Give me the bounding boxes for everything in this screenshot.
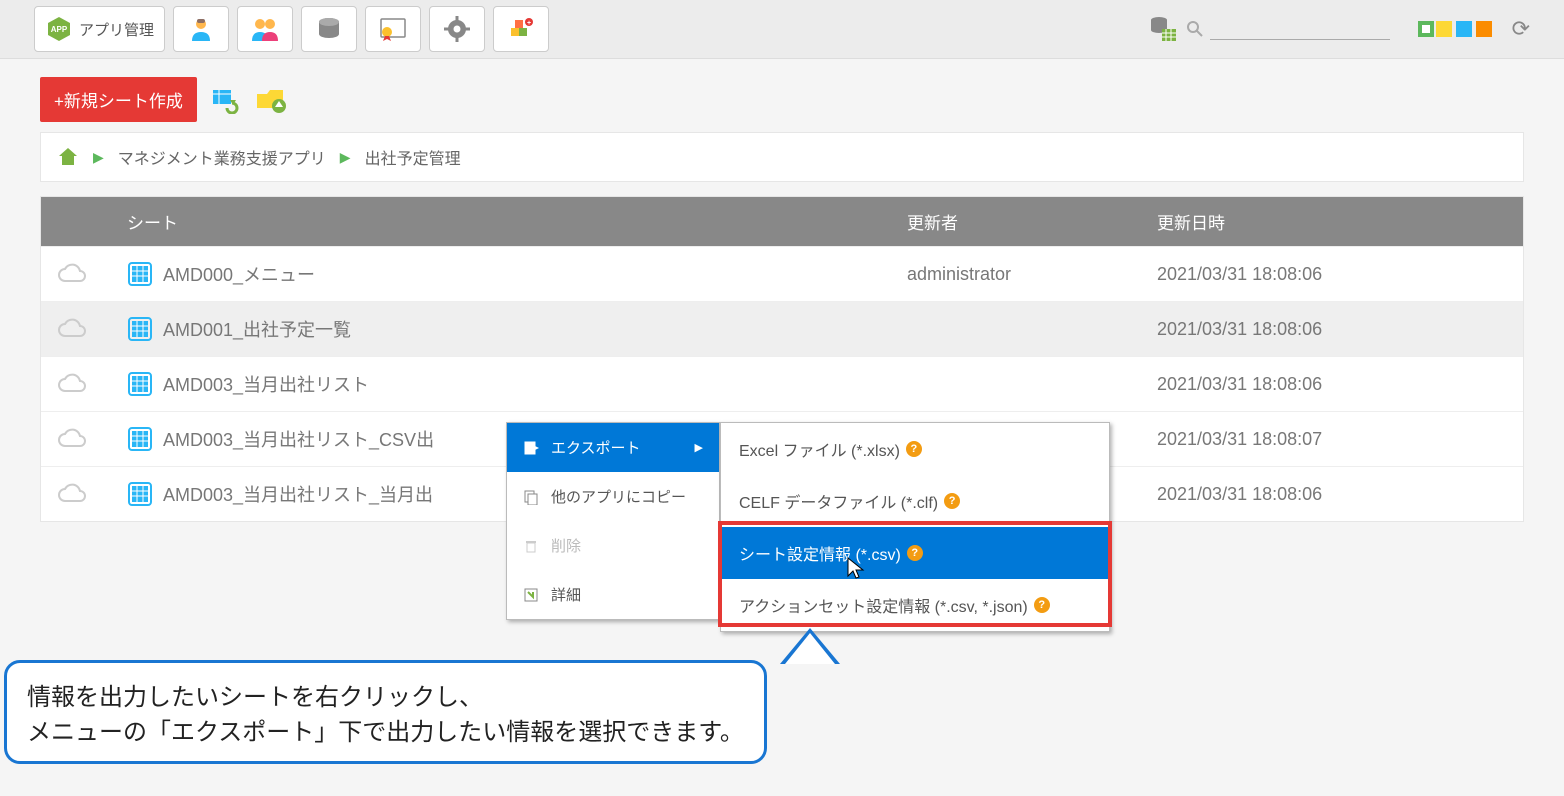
app-icon: APP xyxy=(45,15,73,43)
settings-button[interactable] xyxy=(429,6,485,52)
row-updated-at: 2021/03/31 18:08:06 xyxy=(1157,484,1507,505)
callout-line2: メニューの「エクスポート」下で出力したい情報を選択できます。 xyxy=(27,712,744,747)
table-row[interactable]: AMD001_出社予定一覧 2021/03/31 18:08:06 xyxy=(41,301,1523,356)
search-wrap xyxy=(1186,19,1390,40)
table-row[interactable]: AMD000_メニュー administrator2021/03/31 18:08… xyxy=(41,246,1523,301)
user-button[interactable] xyxy=(173,6,229,52)
color-yellow[interactable] xyxy=(1436,21,1452,37)
row-updated-at: 2021/03/31 18:08:06 xyxy=(1157,374,1507,395)
row-updater: administrator xyxy=(907,264,1157,285)
color-blue[interactable] xyxy=(1456,21,1472,37)
row-updated-at: 2021/03/31 18:08:06 xyxy=(1157,319,1507,340)
table-header: シート 更新者 更新日時 xyxy=(41,197,1523,246)
sheet-icon xyxy=(127,371,153,397)
folder-upload-icon[interactable] xyxy=(255,86,287,114)
certificate-button[interactable] xyxy=(365,6,421,52)
callout-line1: 情報を出力したいシートを右クリックし、 xyxy=(27,677,744,712)
help-icon[interactable]: ? xyxy=(906,441,922,457)
submenu-sheet-csv-label: シート設定情報 (*.csv) xyxy=(739,541,901,565)
instruction-callout: 情報を出力したいシートを右クリックし、 メニューの「エクスポート」下で出力したい… xyxy=(4,660,767,764)
cloud-icon xyxy=(57,483,87,505)
copy-icon xyxy=(523,489,539,505)
gear-icon xyxy=(444,16,470,42)
top-toolbar: APP アプリ管理 + ⟳ xyxy=(0,0,1564,59)
row-name: AMD000_メニュー xyxy=(163,261,315,287)
users-button[interactable] xyxy=(237,6,293,52)
action-row: +新規シート作成 xyxy=(0,59,1564,132)
cloud-icon xyxy=(57,373,87,395)
search-input[interactable] xyxy=(1210,19,1390,40)
refresh-icon[interactable]: ⟳ xyxy=(1512,16,1530,42)
menu-copy-label: 他のアプリにコピー xyxy=(551,486,686,507)
cloud-icon xyxy=(57,263,87,285)
breadcrumb-level2[interactable]: 出社予定管理 xyxy=(365,145,461,169)
submenu-celf[interactable]: CELF データファイル (*.clf) ? xyxy=(721,475,1109,527)
new-sheet-button[interactable]: +新規シート作成 xyxy=(40,77,197,122)
callout-tail xyxy=(780,628,840,664)
db-grid-icon[interactable] xyxy=(1148,15,1178,43)
breadcrumb: ▶ マネジメント業務支援アプリ ▶ 出社予定管理 xyxy=(40,132,1524,182)
cloud-icon xyxy=(57,318,87,340)
menu-export-label: エクスポート xyxy=(551,437,641,458)
search-icon[interactable] xyxy=(1186,20,1204,38)
people-icon xyxy=(250,15,280,43)
sheet-icon xyxy=(127,426,153,452)
table-row[interactable]: AMD003_当月出社リスト 2021/03/31 18:08:06 xyxy=(41,356,1523,411)
color-orange[interactable] xyxy=(1476,21,1492,37)
submenu-sheet-csv[interactable]: シート設定情報 (*.csv) ? xyxy=(721,527,1109,579)
menu-detail-label: 詳細 xyxy=(551,584,581,605)
submenu-actionset-label: アクションセット設定情報 (*.csv, *.json) xyxy=(739,593,1028,617)
color-green-outline[interactable] xyxy=(1418,21,1434,37)
db-refresh-icon[interactable] xyxy=(211,86,241,114)
row-updated-at: 2021/03/31 18:08:06 xyxy=(1157,264,1507,285)
blocks-button[interactable]: + xyxy=(493,6,549,52)
export-icon xyxy=(523,440,539,456)
help-icon[interactable]: ? xyxy=(944,493,960,509)
menu-copy-to-other[interactable]: 他のアプリにコピー xyxy=(507,472,719,521)
svg-text:APP: APP xyxy=(51,25,68,34)
row-updated-at: 2021/03/31 18:08:07 xyxy=(1157,429,1507,450)
cursor-icon xyxy=(846,556,866,580)
submenu-celf-label: CELF データファイル (*.clf) xyxy=(739,489,938,513)
breadcrumb-level1[interactable]: マネジメント業務支援アプリ xyxy=(118,145,326,169)
detail-icon xyxy=(523,587,539,603)
submenu-actionset[interactable]: アクションセット設定情報 (*.csv, *.json) ? xyxy=(721,579,1109,631)
row-name: AMD003_当月出社リスト xyxy=(163,371,369,397)
context-menu: エクスポート ▶ 他のアプリにコピー 削除 詳細 xyxy=(506,422,720,620)
menu-export[interactable]: エクスポート ▶ xyxy=(507,423,719,472)
row-name: AMD001_出社予定一覧 xyxy=(163,316,351,342)
export-submenu: Excel ファイル (*.xlsx) ? CELF データファイル (*.cl… xyxy=(720,422,1110,632)
menu-delete-label: 削除 xyxy=(551,535,581,556)
menu-delete: 削除 xyxy=(507,521,719,570)
submenu-excel-label: Excel ファイル (*.xlsx) xyxy=(739,437,900,461)
row-name: AMD003_当月出社リスト_当月出 xyxy=(163,481,433,507)
menu-detail[interactable]: 詳細 xyxy=(507,570,719,619)
sheet-icon xyxy=(127,316,153,342)
chevron-right-icon: ▶ xyxy=(340,149,351,166)
chevron-right-icon: ▶ xyxy=(93,149,104,166)
person-icon xyxy=(187,15,215,43)
trash-icon xyxy=(523,538,539,554)
database-icon xyxy=(316,16,342,42)
app-management-button[interactable]: APP アプリ管理 xyxy=(34,6,165,52)
header-updater: 更新者 xyxy=(907,209,1157,234)
chevron-right-icon: ▶ xyxy=(695,441,703,454)
submenu-excel[interactable]: Excel ファイル (*.xlsx) ? xyxy=(721,423,1109,475)
help-icon[interactable]: ? xyxy=(907,545,923,561)
certificate-icon xyxy=(379,16,407,42)
color-palette[interactable] xyxy=(1418,21,1494,37)
help-icon[interactable]: ? xyxy=(1034,597,1050,613)
sheet-icon xyxy=(127,261,153,287)
row-name: AMD003_当月出社リスト_CSV出 xyxy=(163,426,434,452)
cloud-icon xyxy=(57,428,87,450)
database-button[interactable] xyxy=(301,6,357,52)
blocks-icon: + xyxy=(507,16,535,42)
app-management-label: アプリ管理 xyxy=(79,19,154,40)
home-icon[interactable] xyxy=(57,146,79,168)
svg-text:+: + xyxy=(527,20,531,27)
sheet-icon xyxy=(127,481,153,507)
header-updated-at: 更新日時 xyxy=(1157,209,1507,234)
header-sheet: シート xyxy=(127,209,907,234)
